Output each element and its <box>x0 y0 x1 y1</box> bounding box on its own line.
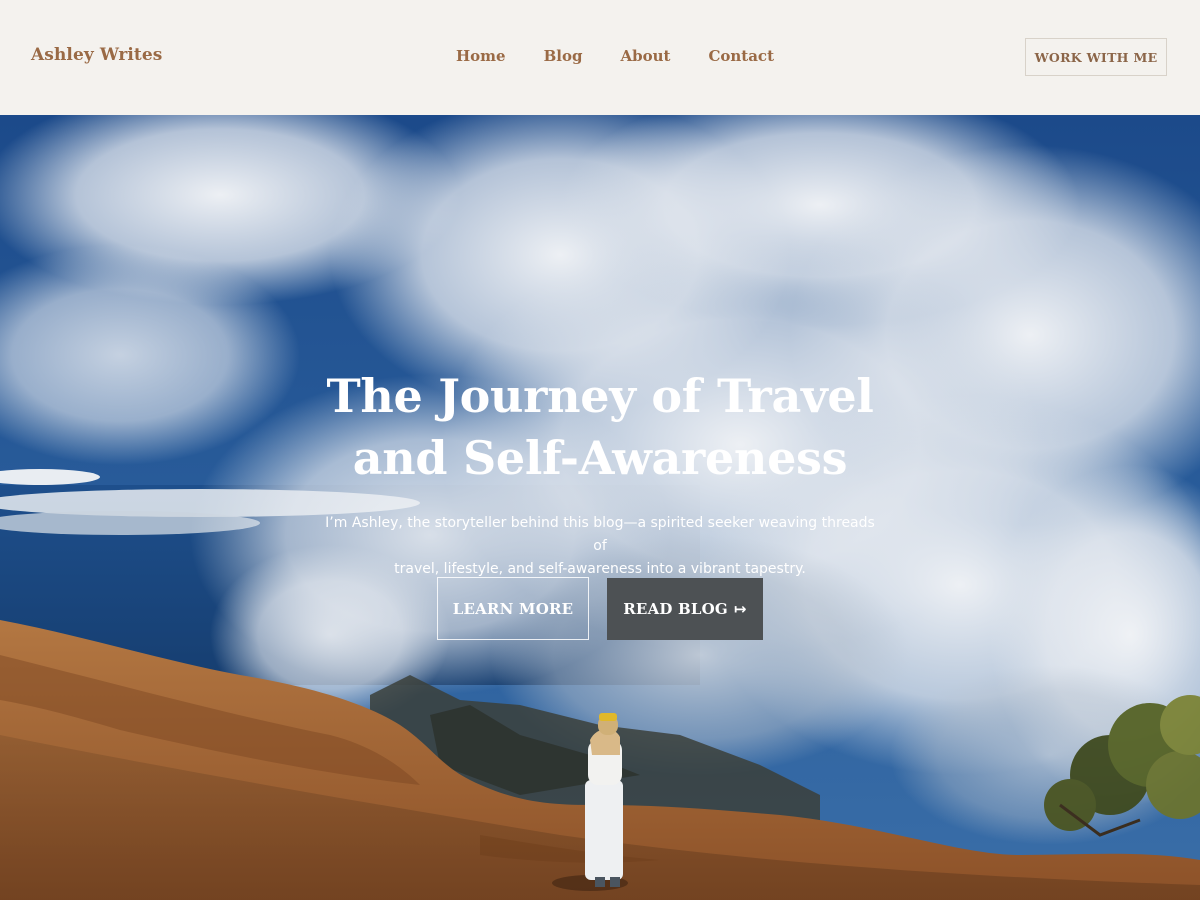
site-logo[interactable]: Ashley Writes <box>31 45 162 65</box>
hero-subtitle: I’m Ashley, the storyteller behind this … <box>320 512 880 581</box>
work-with-me-button[interactable]: WORK WITH ME <box>1025 38 1167 76</box>
learn-more-button[interactable]: LEARN MORE <box>437 577 589 640</box>
hero-title-line-2: and Self-Awareness <box>352 431 848 485</box>
hero-subtitle-line-2: travel, lifestyle, and self-awareness in… <box>394 561 806 577</box>
arrow-right-icon: ↦ <box>733 600 747 618</box>
hero-content: The Journey of Travel and Self-Awareness… <box>0 115 1200 900</box>
read-blog-label: READ BLOG <box>623 600 728 618</box>
nav-home[interactable]: Home <box>456 47 506 65</box>
nav-blog[interactable]: Blog <box>544 47 583 65</box>
nav-about[interactable]: About <box>620 47 670 65</box>
hero-title-line-1: The Journey of Travel <box>326 369 874 423</box>
main-nav: Home Blog About Contact <box>456 47 774 65</box>
hero-title: The Journey of Travel and Self-Awareness <box>270 365 930 489</box>
site-header: Ashley Writes Home Blog About Contact WO… <box>0 0 1200 115</box>
hero-subtitle-line-1: I’m Ashley, the storyteller behind this … <box>325 515 875 554</box>
hero-section: The Journey of Travel and Self-Awareness… <box>0 115 1200 900</box>
nav-contact[interactable]: Contact <box>708 47 774 65</box>
read-blog-button[interactable]: READ BLOG ↦ <box>607 578 763 640</box>
